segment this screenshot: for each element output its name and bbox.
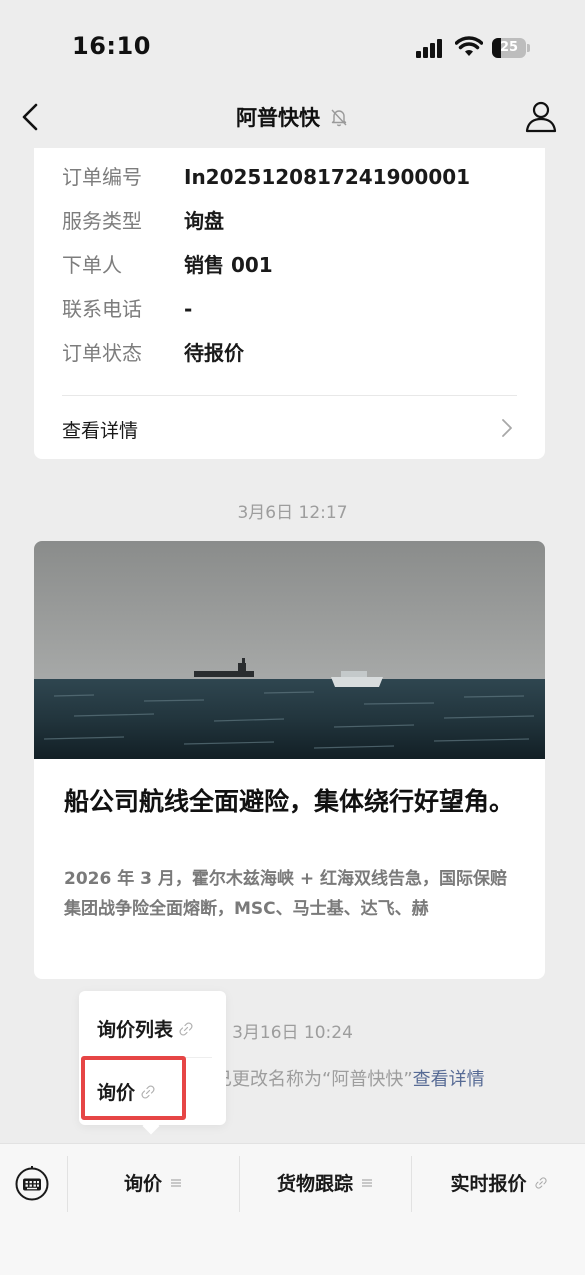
card-divider <box>62 395 517 396</box>
order-label: 联系电话 <box>62 297 142 321</box>
order-value: 询盘 <box>184 209 224 233</box>
order-row-service-type: 服务类型 询盘 <box>62 205 224 234</box>
profile-button[interactable] <box>524 98 558 134</box>
menu-item-inquiry[interactable]: 询价 <box>68 1166 238 1202</box>
submenu-item-inquiry-list[interactable]: 询价列表 <box>97 1015 193 1042</box>
message-timestamp: 3月6日 12:17 <box>237 503 348 523</box>
menu-item-label: 询价 <box>123 1173 162 1195</box>
menu-item-label: 货物跟踪 <box>276 1173 353 1195</box>
menu-item-cargo-tracking[interactable]: 货物跟踪 <box>240 1166 410 1202</box>
order-row-orderer: 下单人 销售 001 <box>62 249 273 278</box>
mute-bell-icon <box>331 109 347 127</box>
order-label: 订单编号 <box>62 165 142 189</box>
order-row-status: 订单状态 待报价 <box>62 337 244 366</box>
wifi-icon <box>455 36 483 56</box>
article-title[interactable]: 船公司航线全面避险，集体绕行好望角。 <box>64 783 514 821</box>
keyboard-toggle-icon[interactable] <box>14 1166 50 1202</box>
order-value: 待报价 <box>184 341 244 365</box>
battery-level: 25 <box>499 40 519 55</box>
chevron-right-icon <box>502 419 512 437</box>
chat-title: 阿普快快 <box>235 106 320 130</box>
menu-icon <box>171 1179 181 1187</box>
order-value: - <box>184 297 193 321</box>
article-cover-image <box>34 541 545 759</box>
battery-icon: 25 <box>492 38 530 58</box>
order-row-phone: 联系电话 - <box>62 293 192 322</box>
article-description: 2026 年 3 月，霍尔木兹海峡 + 红海双线告急，国际保赔集团战争险全面熔断… <box>64 869 507 919</box>
order-value: In2025120817241900001 <box>184 165 471 189</box>
link-icon <box>534 1177 547 1189</box>
link-icon <box>179 1022 193 1036</box>
order-label: 服务类型 <box>62 209 142 233</box>
menu-icon <box>362 1179 372 1187</box>
rename-notice-link[interactable]: 查看详情 <box>413 1069 485 1090</box>
order-row-number: 订单编号 In2025120817241900001 <box>62 161 470 190</box>
order-label: 下单人 <box>62 253 122 277</box>
view-details-link[interactable]: 查看详情 <box>62 416 138 443</box>
title-wrap: 阿普快快 <box>0 102 585 132</box>
menu-item-label: 实时报价 <box>450 1173 527 1195</box>
status-bar: 16:10 25 <box>0 0 585 90</box>
order-label: 订单状态 <box>62 341 142 365</box>
order-card[interactable]: 订单编号 In2025120817241900001 服务类型 询盘 下单人 销售 0… <box>34 148 545 459</box>
order-value: 销售 001 <box>184 253 273 277</box>
status-time: 16:10 <box>72 32 151 60</box>
submenu-item-label: 询价列表 <box>97 1019 174 1041</box>
nav-bar: 阿普快快 <box>0 90 585 148</box>
article-card[interactable]: 船公司航线全面避险，集体绕行好望角。 2026 年 3 月，霍尔木兹海峡 + 红… <box>34 541 545 979</box>
highlight-annotation <box>81 1056 186 1120</box>
cellular-signal-icon <box>416 38 446 58</box>
bottom-menu-bar: 询价 货物跟踪 实时报价 <box>0 1143 585 1275</box>
menu-item-realtime-quote[interactable]: 实时报价 <box>412 1166 585 1202</box>
